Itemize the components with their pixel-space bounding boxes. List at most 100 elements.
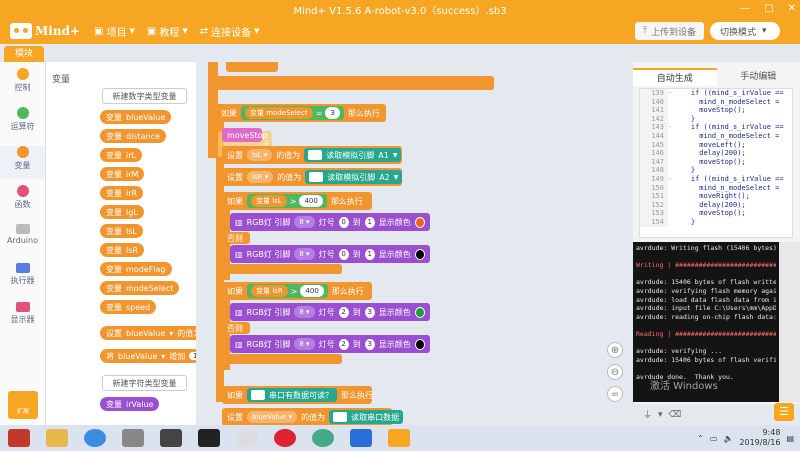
new-number-variable-button[interactable]: 新建数字类型变量 — [102, 88, 187, 104]
tab-auto-generate[interactable]: 自动生成 — [633, 68, 717, 86]
var-block[interactable]: 变量 blueValue — [100, 110, 172, 124]
wps-icon[interactable] — [350, 429, 372, 447]
read-analog-block[interactable]: 读取模拟引脚 A2 ▼ — [305, 170, 403, 184]
rgb-block[interactable]: ▥ RGB灯 引脚 8 ▾ 灯号 0 到 1 显示颜色 — [230, 213, 430, 231]
set-lsl-block[interactable]: 设置 lsL ▾ 的值为 读取模拟引脚 A1 ▼ — [222, 146, 402, 164]
var-reporter[interactable]: 变量 modeSelect — [245, 107, 313, 119]
var-dropdown[interactable]: lsR ▾ — [247, 171, 274, 183]
var-block[interactable]: 变量 lgL — [100, 205, 144, 219]
set-lsr-block[interactable]: 设置 lsR ▾ 的值为 读取模拟引脚 A2 ▼ — [222, 168, 403, 186]
rgb-block[interactable]: ▥ RGB灯 引脚 8 ▾ 灯号 2 到 3 显示颜色 — [230, 335, 430, 353]
value-input[interactable]: 2 — [338, 306, 349, 318]
close-button[interactable]: ✕ — [788, 0, 796, 18]
minimize-button[interactable]: — — [740, 0, 750, 18]
value-input[interactable]: 3 — [364, 306, 375, 318]
if-lsl-block[interactable]: 如果 变量 lsL > 400 那么执行 — [222, 192, 372, 210]
tab-manual-edit[interactable]: 手动编辑 — [717, 68, 800, 86]
value-input[interactable]: 3 — [364, 338, 375, 350]
menu-tutorial[interactable]: ▣ 教程 ▼ — [147, 24, 188, 39]
gt-operator[interactable]: 变量 lsR > 400 — [247, 284, 328, 298]
change-variable-block[interactable]: 将 blueValue ▾ 增加 1 — [100, 349, 196, 363]
console-scrollbar[interactable] — [779, 242, 800, 402]
usb-app-icon[interactable] — [122, 429, 144, 447]
menu-project[interactable]: ▣ 项目 ▼ — [94, 24, 135, 39]
calendar-app-icon[interactable] — [8, 429, 30, 447]
chrome-icon[interactable] — [312, 429, 334, 447]
block-value[interactable]: 1 — [189, 352, 196, 360]
network-app-icon[interactable] — [84, 429, 106, 447]
category-actuators[interactable]: 执行器 — [0, 263, 45, 296]
value-input[interactable]: 0 — [338, 216, 349, 228]
menu-connect-device[interactable]: ⇄ 连接设备 ▼ — [200, 24, 260, 39]
category-operators[interactable]: 运算符 — [0, 107, 45, 140]
zoom-out-button[interactable]: ⊖ — [607, 364, 623, 380]
color-swatch[interactable] — [414, 216, 425, 228]
var-block[interactable]: 变量 speed — [100, 300, 157, 314]
value-input[interactable]: 1 — [364, 216, 375, 228]
zoom-in-button[interactable]: ⊕ — [607, 342, 623, 358]
folder-icon[interactable] — [46, 429, 68, 447]
color-swatch[interactable] — [414, 248, 425, 260]
pin-dropdown[interactable]: 8 ▾ — [294, 338, 315, 350]
value-input[interactable]: 400 — [300, 285, 324, 297]
category-control[interactable]: 控制 — [0, 68, 45, 101]
var-block[interactable]: 变量 irM — [100, 167, 145, 181]
notification-icon[interactable]: ▤ — [786, 434, 794, 443]
network-icon[interactable]: ▭ — [710, 434, 718, 443]
set-bluevalue-block[interactable]: 设置 blueValue ▾ 的值为 读取串口数据 — [222, 408, 404, 425]
var-reporter[interactable]: 变量 lsR — [251, 285, 288, 297]
category-arduino[interactable]: Arduino — [0, 224, 45, 257]
value-input[interactable]: 3 — [325, 107, 340, 119]
equals-operator[interactable]: 变量 modeSelect = 3 — [241, 106, 344, 120]
usb-icon[interactable]: ⏚ — [643, 408, 652, 421]
if-lsr-block[interactable]: 如果 变量 lsR > 400 那么执行 — [222, 282, 372, 300]
tab-blocks[interactable]: 模块 — [4, 46, 44, 62]
rgb-block[interactable]: ▥ RGB灯 引脚 8 ▾ 灯号 0 到 1 显示颜色 — [230, 245, 430, 263]
category-displays[interactable]: 显示器 — [0, 302, 45, 335]
serial-available-block[interactable]: 串口有数据可读？ — [247, 388, 337, 402]
maximize-button[interactable]: □ — [764, 0, 773, 18]
mode-switch[interactable]: 切换模式 ▾ — [710, 22, 780, 40]
color-swatch[interactable] — [414, 306, 425, 318]
upload-button[interactable]: ⤒ 上传到设备 — [635, 22, 704, 40]
var-block[interactable]: 变量 lsL — [100, 224, 143, 238]
extensions-button[interactable]: 扩展 — [8, 391, 38, 419]
value-input[interactable]: 1 — [364, 248, 375, 260]
tray-arrow-icon[interactable]: ⌃ — [697, 434, 704, 443]
zoom-reset-button[interactable]: = — [607, 386, 623, 402]
pin-dropdown[interactable]: A2 — [379, 173, 390, 182]
rgb-block[interactable]: ▥ RGB灯 引脚 8 ▾ 灯号 2 到 3 显示颜色 — [230, 303, 430, 321]
clock[interactable]: 9:48 2019/8/16 — [739, 428, 780, 448]
pin-dropdown[interactable]: A1 — [378, 151, 389, 160]
pin-dropdown[interactable]: 8 ▾ — [294, 216, 315, 228]
var-block[interactable]: 变量 modeFlag — [100, 262, 172, 276]
pin-dropdown[interactable]: 8 ▾ — [294, 248, 315, 260]
gt-operator[interactable]: 变量 lsL > 400 — [247, 194, 327, 208]
var-block[interactable]: 变量 lsR — [100, 243, 144, 257]
read-analog-block[interactable]: 读取模拟引脚 A1 ▼ — [304, 148, 402, 162]
category-functions[interactable]: 函数 — [0, 185, 45, 218]
set-variable-block[interactable]: 设置 blueValue▾ 的值为 0 — [100, 326, 196, 340]
movestop-block[interactable]: moveStop — [222, 128, 268, 142]
value-input[interactable]: 0 — [338, 248, 349, 260]
var-block[interactable]: 变量 distance — [100, 129, 166, 143]
pin-dropdown[interactable]: 8 ▾ — [294, 306, 315, 318]
code-view[interactable]: 139- if ((mind_s_irValue == 140 mind_n_mo… — [639, 88, 793, 238]
dropdown-icon[interactable]: ▾ — [658, 410, 663, 420]
var-block[interactable]: 变量 irR — [100, 186, 144, 200]
color-swatch[interactable] — [414, 338, 425, 350]
string-var-block[interactable]: 变量 irValue — [100, 397, 160, 411]
var-dropdown[interactable]: blueValue ▾ — [247, 411, 298, 423]
if-modeselect-block[interactable]: 如果 变量 modeSelect = 3 那么执行 — [216, 104, 386, 122]
category-variables[interactable]: 变量 — [0, 146, 45, 179]
new-string-variable-button[interactable]: 新建字符类型变量 — [102, 375, 187, 391]
code-canvas[interactable]: 如果 变量 modeSelect = 3 那么执行 moveStop ☝ 设置 … — [196, 62, 633, 425]
var-dropdown[interactable]: lsL ▾ — [247, 149, 273, 161]
read-serial-block[interactable]: 读取串口数据 — [329, 410, 404, 424]
value-input[interactable]: 2 — [338, 338, 349, 350]
camera-app-icon[interactable] — [160, 429, 182, 447]
arduino-board-icon[interactable] — [198, 429, 220, 447]
volume-icon[interactable]: 🔈 — [723, 434, 733, 443]
color-app-icon[interactable] — [236, 429, 258, 447]
var-block[interactable]: 变量 irL — [100, 148, 142, 162]
